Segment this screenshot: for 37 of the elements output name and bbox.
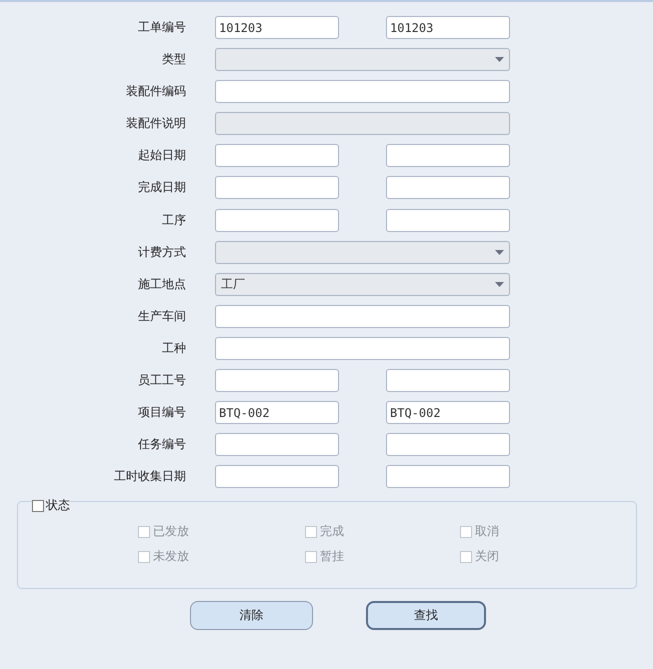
input-field[interactable]: BTQ-002: [386, 401, 510, 424]
input-field[interactable]: BTQ-002: [215, 401, 339, 424]
input-field[interactable]: 101203: [215, 16, 339, 39]
field-label: 完成日期: [137, 179, 186, 196]
field-label: 工单编号: [137, 19, 186, 36]
input-field[interactable]: [215, 208, 339, 232]
input-field[interactable]: [386, 433, 510, 456]
input-field[interactable]: [386, 208, 510, 232]
input-field[interactable]: [386, 369, 510, 392]
field-label: 生产车间: [137, 308, 186, 325]
input-field[interactable]: [215, 465, 339, 488]
field-label: 项目编号: [137, 404, 186, 422]
input-field[interactable]: 101203: [386, 16, 510, 39]
field-label: 装配件编码: [125, 83, 186, 100]
input-field[interactable]: [215, 433, 339, 456]
input-field[interactable]: [215, 336, 510, 360]
search-button[interactable]: 查找: [366, 601, 486, 630]
field-label: 工序: [161, 212, 186, 229]
field-label: 起始日期: [137, 147, 186, 164]
field-label: 类型: [161, 51, 186, 68]
input-field[interactable]: [386, 465, 510, 488]
input-field[interactable]: [215, 176, 339, 200]
field-label: 任务编号: [137, 436, 186, 454]
input-field[interactable]: [386, 144, 510, 168]
field-label: 工种: [161, 340, 186, 357]
input-field[interactable]: [215, 304, 510, 328]
field-label: 装配件说明: [125, 115, 186, 132]
clear-button[interactable]: 清除: [190, 601, 313, 630]
field-label: 工时收集日期: [113, 468, 186, 486]
input-field[interactable]: [215, 144, 339, 168]
field-label: 员工工号: [137, 372, 186, 390]
input-field[interactable]: [215, 369, 339, 392]
input-field[interactable]: [215, 80, 510, 104]
status-checkbox[interactable]: 状态: [32, 497, 70, 514]
input-field[interactable]: [386, 176, 510, 200]
field-label: 计费方式: [137, 244, 186, 261]
field-label: 施工地点: [137, 276, 186, 293]
